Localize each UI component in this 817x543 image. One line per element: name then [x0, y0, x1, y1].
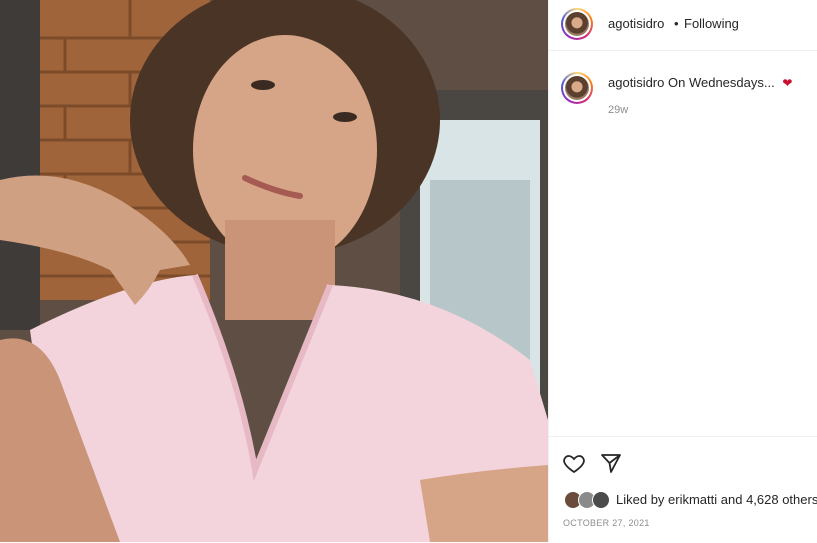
post-photo[interactable]: [0, 0, 548, 542]
caption-timestamp[interactable]: 29w: [608, 104, 628, 116]
liker-avatar[interactable]: [592, 491, 610, 509]
author-avatar[interactable]: [561, 8, 593, 40]
post-actions: Liked by erikmatti and 4,628 others OCTO…: [549, 436, 817, 543]
following-button[interactable]: Following: [684, 16, 739, 31]
heart-outline-icon[interactable]: [562, 451, 586, 475]
separator-dot: •: [674, 16, 679, 31]
heart-emoji-icon: ❤: [782, 76, 793, 90]
author-username[interactable]: agotisidro: [608, 16, 664, 31]
likes-count[interactable]: Liked by erikmatti and 4,628 others: [616, 492, 817, 507]
post-date: OCTOBER 27, 2021: [563, 518, 650, 528]
photo-illustration: [0, 0, 548, 542]
caption: agotisidro On Wednesdays... ❤: [608, 75, 792, 90]
caption-text: On Wednesdays...: [668, 75, 775, 90]
caption-username[interactable]: agotisidro: [608, 75, 664, 90]
post-side-panel: agotisidro • Following agotisidro On Wed…: [548, 0, 817, 542]
post-header: agotisidro • Following: [549, 0, 817, 51]
caption-avatar[interactable]: [561, 72, 593, 104]
paper-plane-icon[interactable]: [599, 451, 623, 475]
